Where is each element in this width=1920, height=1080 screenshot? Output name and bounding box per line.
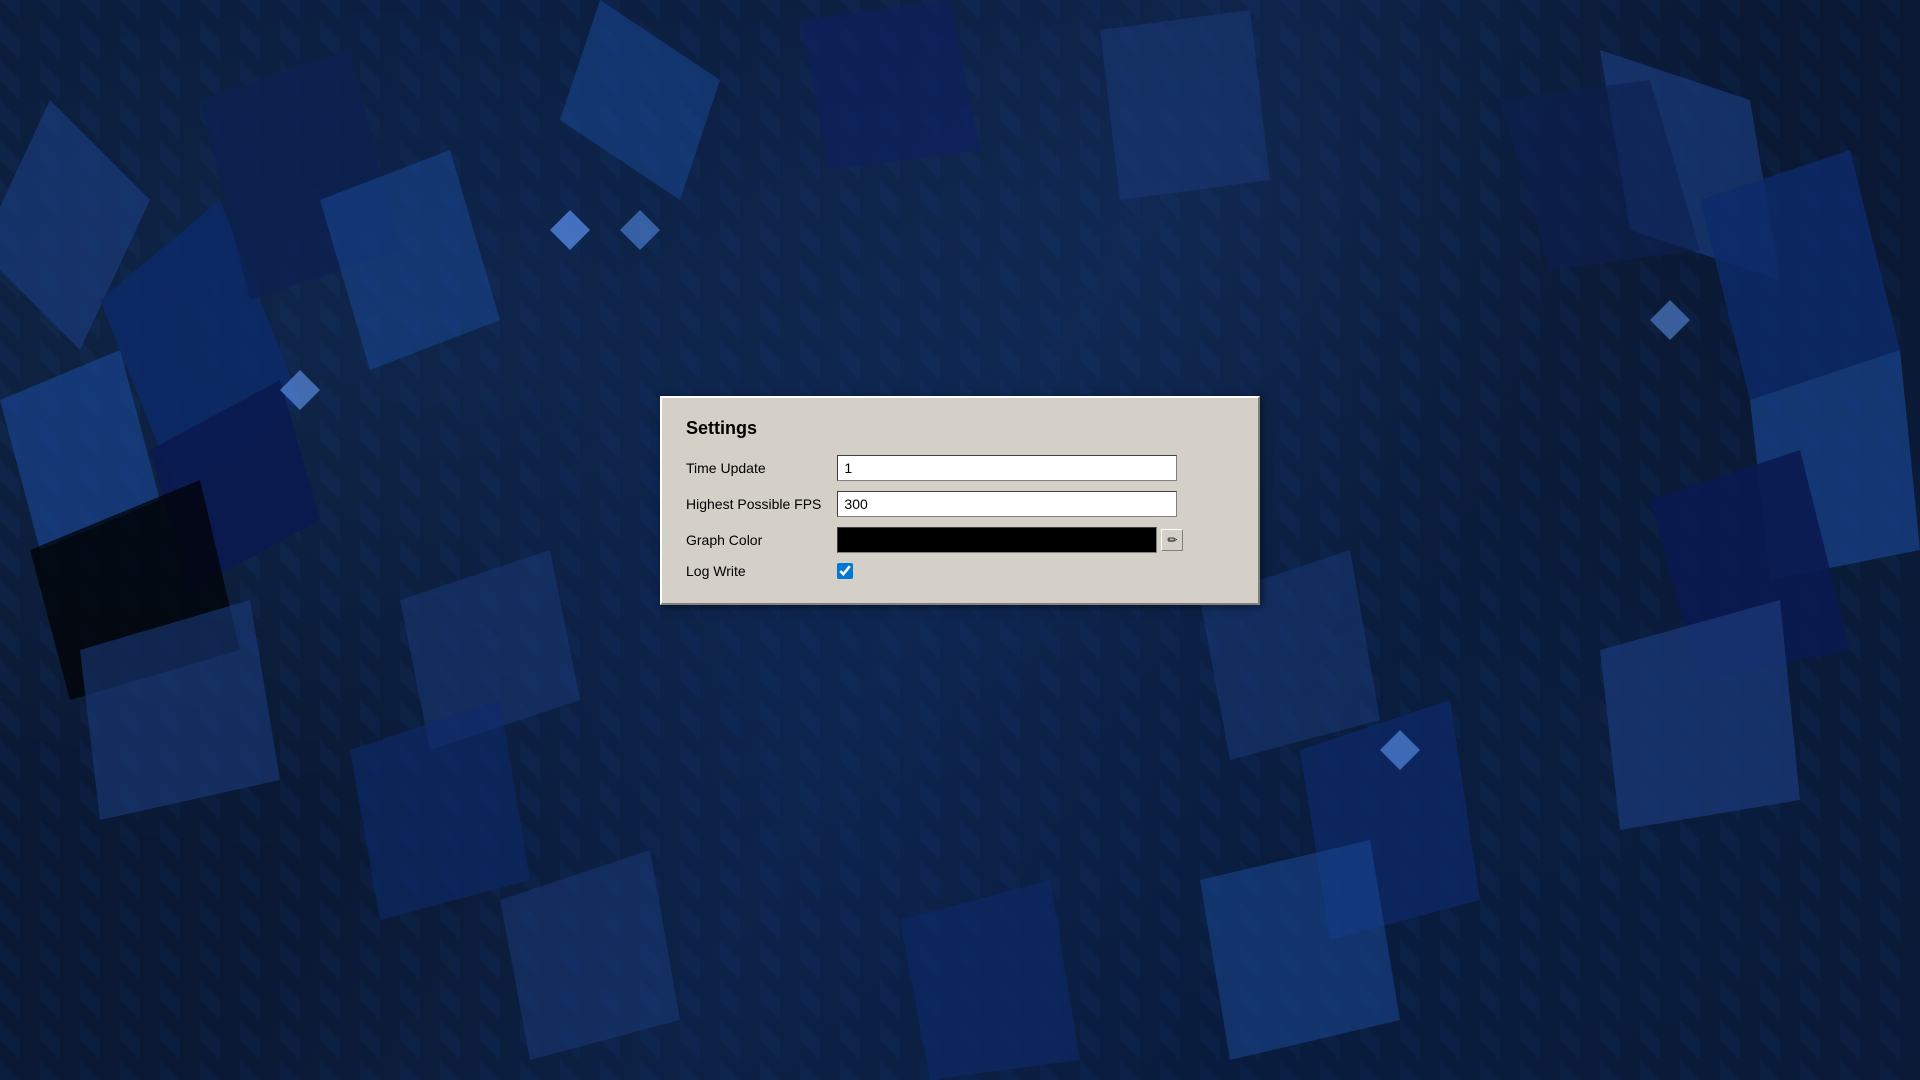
log-write-container — [837, 563, 1234, 579]
log-write-label: Log Write — [686, 563, 821, 579]
graph-color-label: Graph Color — [686, 532, 821, 548]
graph-color-container: ✏ — [837, 527, 1234, 553]
highest-fps-input[interactable] — [837, 491, 1177, 517]
time-update-input[interactable] — [837, 455, 1177, 481]
color-picker-button[interactable]: ✏ — [1161, 529, 1183, 551]
dialog-overlay: Settings Time Update Highest Possible FP… — [0, 0, 1920, 1080]
settings-grid: Time Update Highest Possible FPS Graph C… — [686, 455, 1234, 579]
settings-dialog: Settings Time Update Highest Possible FP… — [660, 396, 1260, 605]
pencil-icon: ✏ — [1167, 533, 1177, 547]
time-update-label: Time Update — [686, 460, 821, 476]
graph-color-input[interactable] — [837, 527, 1157, 553]
dialog-title: Settings — [686, 418, 1234, 439]
log-write-checkbox[interactable] — [837, 563, 853, 579]
highest-fps-label: Highest Possible FPS — [686, 496, 821, 512]
